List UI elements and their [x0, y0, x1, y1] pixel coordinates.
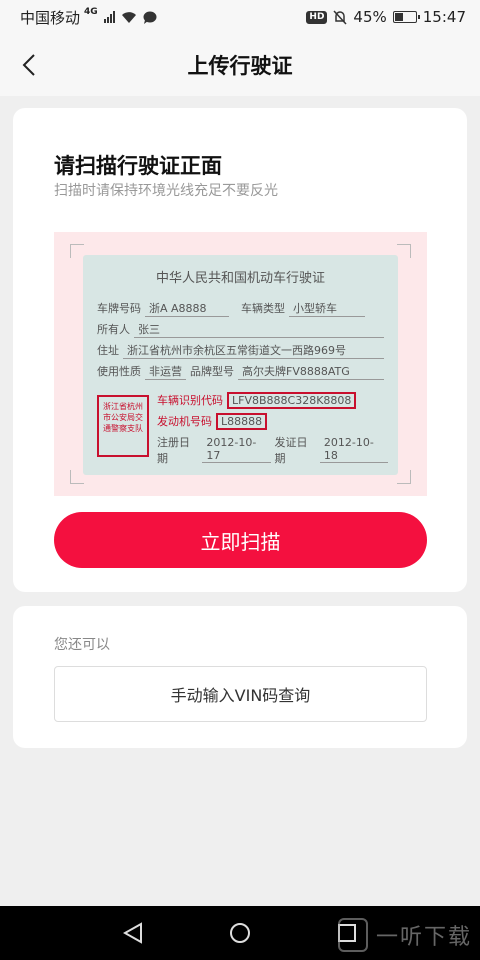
wifi-icon [121, 11, 136, 23]
alternative-card: 您还可以 手动输入VIN码查询 [13, 606, 467, 748]
license-sample-area: 中华人民共和国机动车行驶证 车牌号码 浙A A8888 车辆类型 小型轿车 所有… [54, 232, 427, 496]
battery-percent: 45% [353, 8, 387, 26]
manual-vin-button[interactable]: 手动输入VIN码查询 [54, 666, 427, 722]
message-icon [143, 11, 157, 24]
carrier-label: 中国移动 [20, 8, 81, 27]
header: 上传行驶证 [0, 34, 480, 96]
license-title: 中华人民共和国机动车行驶证 [155, 271, 325, 286]
clock: 15:47 [422, 8, 466, 26]
frame-corner [397, 244, 411, 258]
plate-value: 浙A A8888 [145, 300, 229, 317]
watermark-text: 一听下载 [375, 925, 472, 950]
police-stamp: 浙江省杭州市公安局交通警察支队 [97, 395, 149, 457]
watermark-logo-icon [337, 918, 368, 952]
reg-date-label: 注册日期 [157, 436, 190, 465]
license-row: 所有人 张三 [97, 321, 384, 342]
plate-label: 车牌号码 [97, 302, 141, 315]
network-type: 4G [84, 7, 98, 17]
vin-value: LFV8B888C328K8808 [227, 392, 357, 409]
license-row: 注册日期 2012-10-17 发证日期 2012-10-18 [157, 434, 388, 465]
watermark: 一听下载 [337, 918, 472, 952]
scan-now-button[interactable]: 立即扫描 [54, 512, 427, 568]
license-row: 住址 浙江省杭州市余杭区五常街道文一西路969号 [97, 342, 384, 363]
nav-home-button[interactable] [220, 913, 260, 953]
frame-corner [397, 470, 411, 484]
mute-bell-icon [333, 9, 347, 25]
license-row: 车辆识别代码 LFV8B888C328K8808 [157, 392, 388, 413]
address-value: 浙江省杭州市余杭区五常街道文一西路969号 [123, 342, 384, 359]
status-right: HD 45% 15:47 [306, 8, 466, 26]
engine-label: 发动机号码 [157, 415, 212, 428]
frame-corner [70, 244, 84, 258]
battery-icon [392, 11, 420, 23]
reg-date-value: 2012-10-17 [202, 436, 271, 463]
license-row: 车牌号码 浙A A8888 车辆类型 小型轿车 [97, 300, 384, 321]
model-value: 高尔夫牌FV8888ATG [238, 363, 384, 380]
license-lower-block: 车辆识别代码 LFV8B888C328K8808 发动机号码 L88888 注册… [157, 392, 388, 465]
license-row: 使用性质 非运营 品牌型号 高尔夫牌FV8888ATG [97, 363, 384, 384]
system-nav-bar: 一听下载 [0, 906, 480, 960]
issue-date-value: 2012-10-18 [319, 436, 388, 463]
status-bar: 中国移动 4G HD 45% 15:47 [0, 0, 480, 34]
engine-value: L88888 [216, 413, 268, 430]
triangle-back-icon [123, 922, 143, 944]
address-label: 住址 [97, 344, 119, 357]
status-left: 中国移动 4G [20, 7, 157, 28]
type-label: 车辆类型 [241, 302, 285, 315]
nav-back-button[interactable] [113, 913, 153, 953]
license-row: 发动机号码 L88888 [157, 413, 388, 434]
type-value: 小型轿车 [289, 300, 365, 317]
issue-date-label: 发证日期 [274, 436, 308, 465]
license-sample: 中华人民共和国机动车行驶证 车牌号码 浙A A8888 车辆类型 小型轿车 所有… [83, 255, 398, 475]
frame-corner [70, 470, 84, 484]
usage-value: 非运营 [145, 363, 186, 380]
scan-title: 请扫描行驶证正面 [54, 154, 222, 178]
alternative-label: 您还可以 [54, 637, 110, 653]
usage-label: 使用性质 [97, 365, 141, 378]
circle-home-icon [229, 923, 250, 943]
owner-value: 张三 [134, 321, 384, 338]
owner-label: 所有人 [97, 323, 130, 336]
hd-badge: HD [306, 10, 328, 24]
page-title: 上传行驶证 [187, 54, 293, 78]
vin-label: 车辆识别代码 [157, 394, 223, 407]
scan-card: 请扫描行驶证正面 扫描时请保持环境光线充足不要反光 中华人民共和国机动车行驶证 … [13, 108, 467, 592]
signal-icon [103, 11, 115, 23]
model-label: 品牌型号 [190, 365, 234, 378]
scan-subtitle: 扫描时请保持环境光线充足不要反光 [54, 183, 278, 199]
